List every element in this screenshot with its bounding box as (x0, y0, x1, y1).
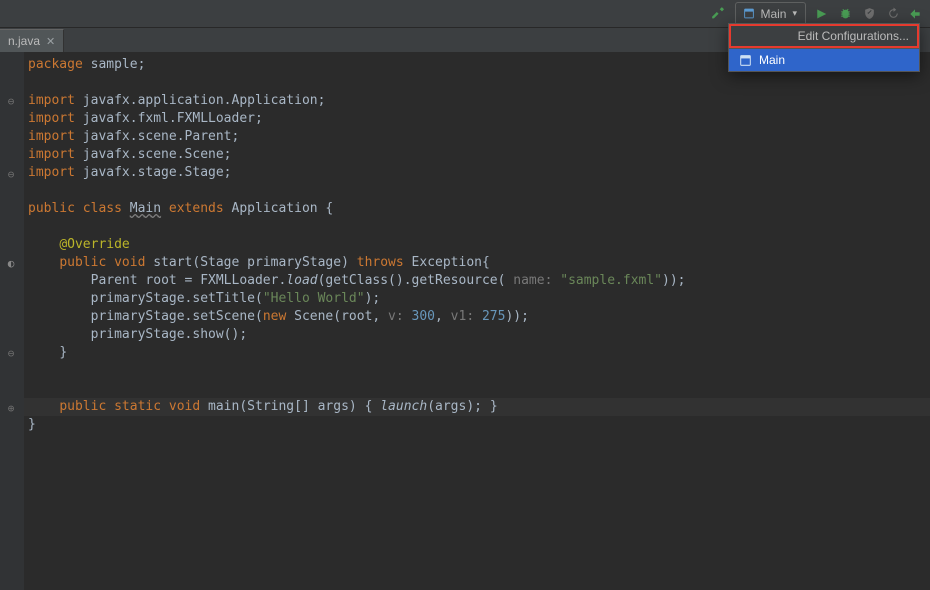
config-item-label: Main (759, 53, 785, 67)
override-icon[interactable]: ◐ (4, 256, 18, 270)
coverage-button[interactable] (860, 7, 878, 20)
code-editor[interactable]: package sample; import javafx.applicatio… (24, 52, 930, 590)
application-icon (739, 54, 751, 66)
run-config-label: Main (760, 7, 786, 21)
build-icon[interactable] (711, 5, 725, 23)
config-item-main[interactable]: Main (729, 49, 919, 71)
close-icon[interactable]: ✕ (46, 35, 55, 48)
run-config-selector[interactable]: Main ▾ (735, 2, 806, 26)
debug-button[interactable] (836, 7, 854, 20)
stop-button[interactable] (906, 7, 924, 21)
edit-configurations-item[interactable]: Edit Configurations... (729, 24, 919, 48)
editor-tab-label: n.java (8, 34, 40, 48)
fold-icon[interactable]: ⊕ (4, 401, 18, 415)
editor-gutter: ⊖ ⊖ ◐ ⊖ ⊕ (0, 52, 25, 590)
fold-icon[interactable]: ⊖ (4, 167, 18, 181)
application-icon (744, 9, 754, 19)
fold-icon[interactable]: ⊖ (4, 94, 18, 108)
run-config-dropdown: Edit Configurations... Main (728, 23, 920, 72)
chevron-down-icon: ▾ (792, 8, 797, 19)
profiler-button[interactable] (884, 7, 902, 20)
fold-icon[interactable]: ⊖ (4, 346, 18, 360)
edit-configurations-label: Edit Configurations... (798, 29, 909, 43)
source-code: package sample; import javafx.applicatio… (24, 52, 930, 434)
run-button[interactable] (812, 8, 830, 20)
editor-tab[interactable]: n.java ✕ (0, 29, 64, 52)
